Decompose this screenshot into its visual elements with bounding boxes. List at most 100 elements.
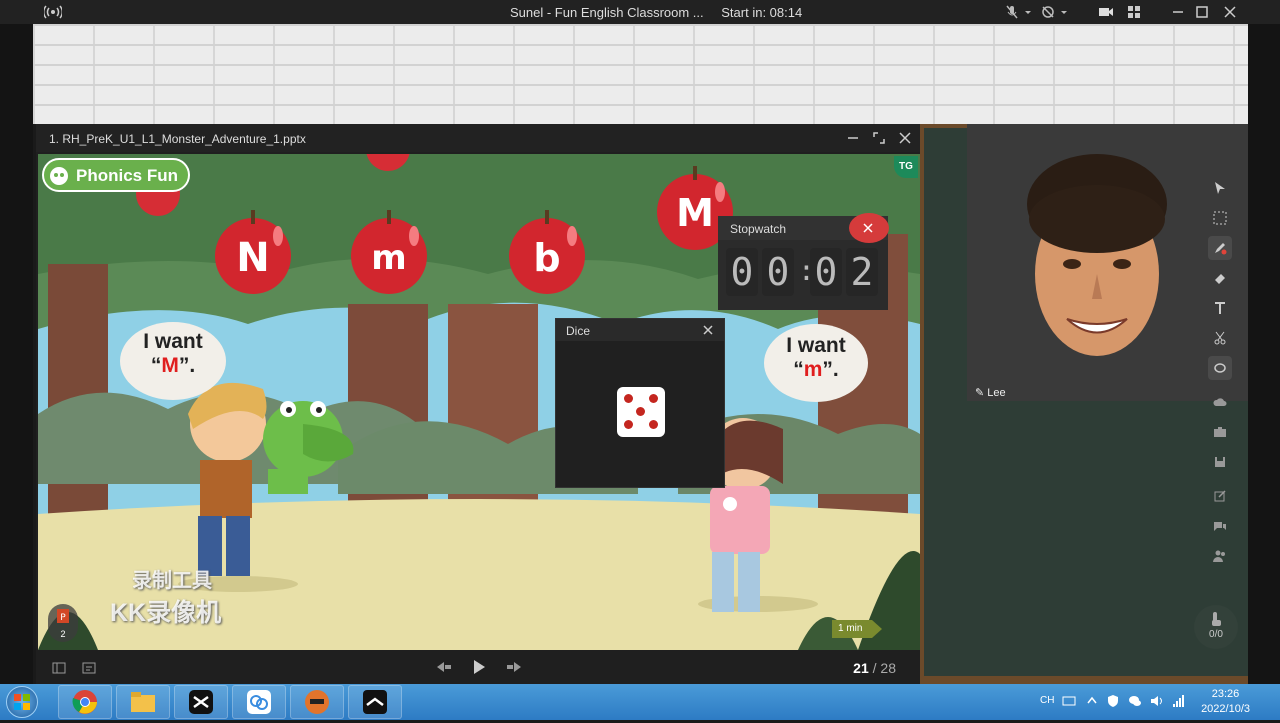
shield-icon[interactable]	[1106, 694, 1120, 708]
play-icon[interactable]	[472, 659, 486, 675]
taskbar-clock[interactable]: 23:26 2022/10/3	[1201, 687, 1250, 717]
stopwatch-close-button[interactable]	[849, 213, 889, 243]
save-icon	[1215, 457, 1225, 467]
pointer-tool[interactable]	[1208, 176, 1232, 200]
volume-icon[interactable]	[1150, 694, 1164, 708]
presentation-header: 1. RH_PreK_U1_L1_Monster_Adventure_1.ppt…	[36, 124, 920, 152]
taskbar-app[interactable]	[348, 685, 402, 719]
classin-icon	[363, 690, 387, 714]
blackboard-frame	[920, 676, 1248, 684]
fullscreen-icon[interactable]	[872, 131, 886, 145]
edit-icon	[1214, 490, 1226, 502]
scissors-tool[interactable]	[1208, 326, 1232, 350]
lasso-icon	[1214, 363, 1226, 373]
text-tool[interactable]	[1208, 296, 1232, 320]
taskbar-app[interactable]	[174, 685, 228, 719]
windows-logo-icon	[14, 694, 30, 710]
taskbar-app[interactable]	[58, 685, 112, 719]
game-icon	[305, 690, 329, 714]
top-bar: Sunel - Fun English Classroom ... Start …	[0, 0, 1280, 24]
close-icon[interactable]	[1222, 4, 1238, 20]
capcut-icon	[189, 690, 213, 714]
start-countdown: Start in: 08:14	[721, 5, 803, 20]
svg-text:P: P	[60, 613, 66, 623]
users-tool[interactable]	[1208, 544, 1232, 568]
dice-window[interactable]: Dice	[555, 318, 725, 488]
scissors-icon	[1214, 331, 1226, 345]
keyboard-icon[interactable]	[1062, 695, 1076, 707]
stopwatch-window[interactable]: Stopwatch 0 0 : 0 2	[718, 213, 889, 310]
edit-tool[interactable]	[1208, 484, 1232, 508]
chat-icon	[1214, 522, 1226, 531]
speaker-muted-icon[interactable]	[1040, 4, 1056, 20]
cursor-icon	[1215, 182, 1225, 194]
classroom-title: Sunel - Fun English Classroom ...	[510, 5, 704, 20]
input-language[interactable]: CH	[1040, 695, 1054, 706]
apple-card[interactable]: N	[208, 206, 298, 296]
eraser-tool[interactable]	[1208, 266, 1232, 290]
corner-badge: TG	[894, 156, 918, 178]
eraser-icon	[1215, 274, 1225, 284]
presentation-window: 1. RH_PreK_U1_L1_Monster_Adventure_1.ppt…	[36, 124, 920, 684]
pen-icon	[1215, 243, 1227, 255]
network-icon[interactable]	[1172, 694, 1186, 708]
sidebar-toggle-icon[interactable]	[52, 662, 66, 674]
phonics-fun-logo: Phonics Fun	[42, 158, 190, 192]
close-icon[interactable]	[702, 324, 714, 336]
stopwatch-digit: 0	[762, 248, 794, 296]
chrome-icon	[72, 690, 97, 714]
whiteboard-toolbar	[1200, 172, 1240, 592]
close-icon[interactable]	[898, 131, 912, 145]
shape-tool[interactable]	[1208, 356, 1232, 380]
clock-time: 23:26	[1211, 688, 1240, 700]
tray-arrow-icon[interactable]	[1086, 695, 1098, 707]
wechat-icon[interactable]	[1128, 694, 1142, 708]
grid-icon[interactable]	[1126, 4, 1142, 20]
raise-hand-counter[interactable]: 0/0	[1194, 605, 1238, 649]
apple-card[interactable]: m	[344, 206, 434, 296]
stopwatch-digit: 2	[846, 248, 878, 296]
toolbox-tool[interactable]	[1208, 420, 1232, 444]
restore-icon[interactable]	[1194, 4, 1210, 20]
minimize-icon[interactable]	[846, 131, 860, 145]
save-tool[interactable]	[1208, 450, 1232, 474]
chat-tool[interactable]	[1208, 514, 1232, 538]
close-icon	[863, 223, 873, 233]
apple-letter: M	[676, 191, 714, 235]
next-slide-icon[interactable]	[506, 660, 524, 674]
timer-tag: 1 min	[832, 620, 882, 638]
stopwatch-digit: 0	[726, 248, 758, 296]
pen-tool[interactable]	[1208, 236, 1232, 260]
dice-window-title: Dice	[556, 319, 724, 341]
recorder-icon	[247, 690, 271, 714]
minimize-icon[interactable]	[1170, 4, 1186, 20]
speech-bubble-left: I want “M”.	[120, 322, 226, 400]
camera-icon[interactable]	[1098, 4, 1114, 20]
select-tool[interactable]	[1208, 206, 1232, 230]
start-button[interactable]	[6, 686, 38, 718]
apple-letter: m	[371, 238, 406, 278]
users-icon	[1213, 550, 1225, 562]
taskbar-app[interactable]	[116, 685, 170, 719]
notes-icon[interactable]	[82, 662, 96, 674]
previous-slide-icon[interactable]	[434, 660, 452, 674]
chevron-down-icon[interactable]	[1020, 4, 1036, 20]
mic-muted-icon[interactable]	[1004, 4, 1020, 20]
participant-name: ✎ Lee	[975, 387, 1006, 399]
windows-taskbar: CH 23:26 2022/10/3	[0, 684, 1280, 720]
chevron-down-icon[interactable]	[1056, 4, 1072, 20]
speech-bubble-right: I want “m”.	[764, 324, 868, 402]
taskbar-app[interactable]	[290, 685, 344, 719]
apple-card[interactable]: b	[502, 206, 592, 296]
dice-face[interactable]	[617, 387, 665, 437]
stopwatch-digit: 0	[810, 248, 842, 296]
taskbar-app[interactable]	[232, 685, 286, 719]
apple-letter: b	[533, 236, 560, 280]
right-margin	[1248, 24, 1280, 684]
file-explorer-icon	[131, 692, 155, 712]
page-indicator: 21 / 28	[853, 660, 896, 676]
broadcast-icon[interactable]	[44, 4, 62, 20]
presentation-filename: 1. RH_PreK_U1_L1_Monster_Adventure_1.ppt…	[49, 132, 306, 146]
slide-file-badge[interactable]: P 2	[48, 604, 78, 642]
cloud-tool[interactable]	[1208, 390, 1232, 414]
